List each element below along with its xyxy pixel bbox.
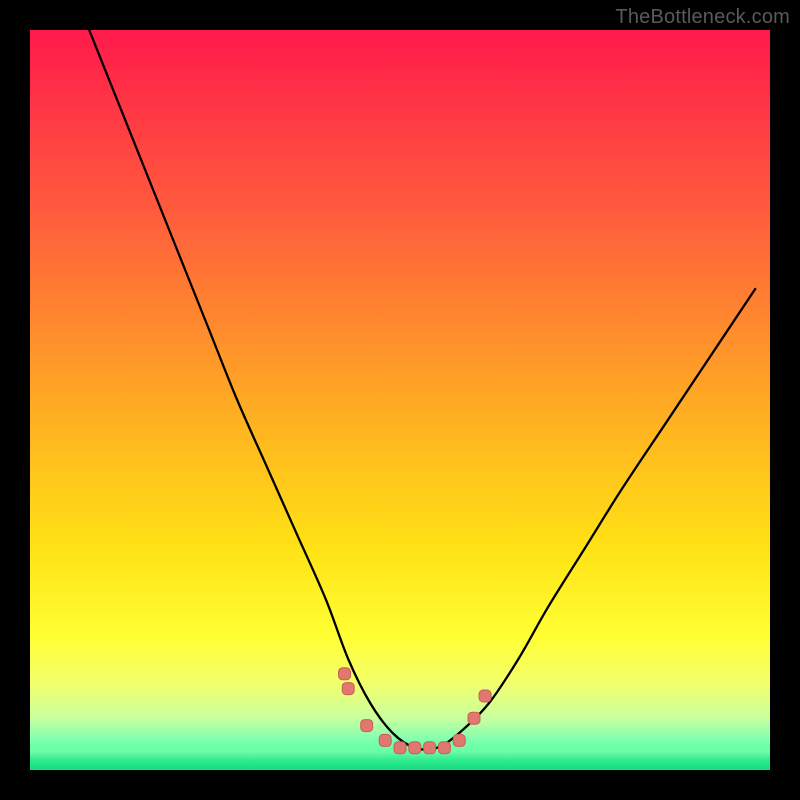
plot-area <box>30 30 770 770</box>
curve-marker <box>361 720 373 732</box>
marker-group <box>339 668 492 754</box>
curve-marker <box>453 734 465 746</box>
curve-marker <box>342 683 354 695</box>
curve-marker <box>394 742 406 754</box>
curve-marker <box>468 712 480 724</box>
watermark-text: TheBottleneck.com <box>615 6 790 29</box>
curve-marker <box>379 734 391 746</box>
chart-frame: TheBottleneck.com <box>0 0 800 800</box>
curve-marker <box>339 668 351 680</box>
curve-marker <box>424 742 436 754</box>
curve-marker <box>438 742 450 754</box>
curve-marker <box>479 690 491 702</box>
bottleneck-curve <box>89 30 755 750</box>
curve-layer <box>30 30 770 770</box>
curve-marker <box>409 742 421 754</box>
